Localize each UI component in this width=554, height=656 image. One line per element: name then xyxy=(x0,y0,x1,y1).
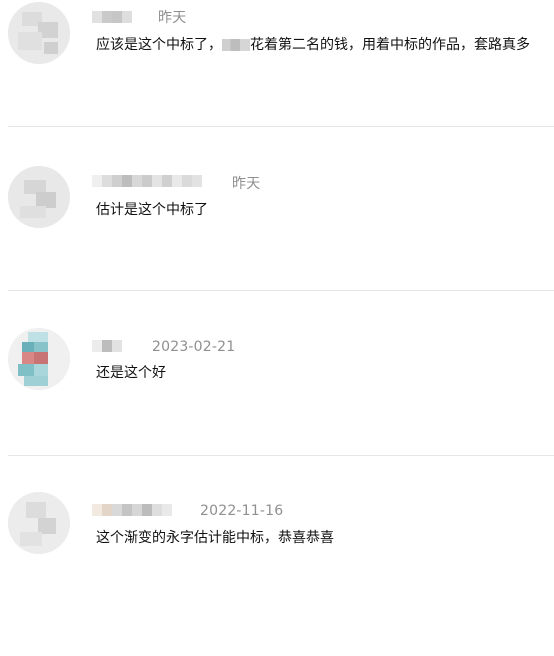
comment-text: 应该是这个中标了， 花着第二名的钱，用着中标的作品，套路真多 xyxy=(96,35,530,55)
comment-item: 2023-02-21 还是这个好 xyxy=(0,328,554,492)
comment-date: 昨天 xyxy=(158,10,187,26)
avatar[interactable] xyxy=(8,492,70,554)
comment-item: 昨天 应该是这个中标了， 花着第二名的钱，用着中标的作品，套路真多 xyxy=(0,0,554,164)
divider xyxy=(8,290,554,291)
avatar[interactable] xyxy=(8,2,70,64)
divider xyxy=(8,455,554,456)
comment-date: 2023-02-21 xyxy=(152,339,236,355)
comment-text: 这个渐变的永字估计能中标，恭喜恭喜 xyxy=(96,530,334,546)
username-redacted[interactable] xyxy=(92,8,132,26)
username-redacted[interactable] xyxy=(92,172,202,190)
redacted-mosaic xyxy=(222,39,250,51)
comment-text: 估计是这个中标了 xyxy=(96,202,208,218)
divider xyxy=(8,126,554,127)
comment-text: 还是这个好 xyxy=(96,365,166,381)
comment-item: 2022-11-16 这个渐变的永字估计能中标，恭喜恭喜 xyxy=(0,492,554,656)
avatar[interactable] xyxy=(8,166,70,228)
username-redacted[interactable] xyxy=(92,337,122,355)
comment-text-part: 应该是这个中标了， xyxy=(96,37,222,53)
comment-item: 昨天 估计是这个中标了 xyxy=(0,164,554,328)
username-redacted[interactable] xyxy=(92,501,172,519)
comment-date: 昨天 xyxy=(232,176,261,192)
comment-text-part: 花着第二名的钱，用着中标的作品，套路真多 xyxy=(250,37,530,53)
comment-date: 2022-11-16 xyxy=(200,503,284,519)
avatar[interactable] xyxy=(8,328,70,390)
